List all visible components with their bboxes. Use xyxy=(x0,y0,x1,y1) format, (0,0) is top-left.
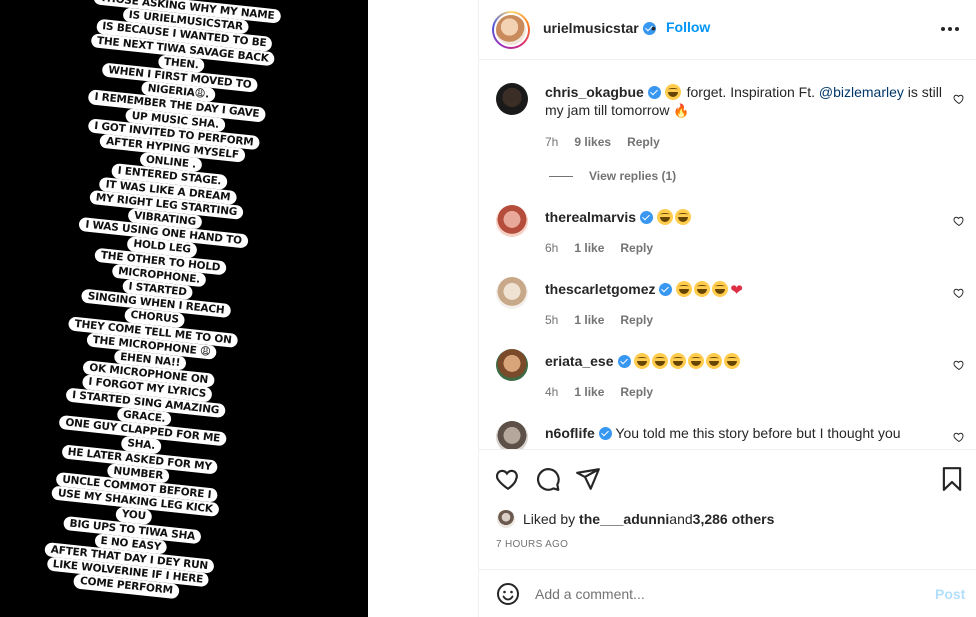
laughing-emoji-icon xyxy=(656,209,673,225)
post-timestamp[interactable]: 7 HOURS AGO xyxy=(496,539,568,550)
add-comment-input[interactable] xyxy=(535,582,915,606)
comment-text: chris_okagbue forget. Inspiration Ft. @b… xyxy=(545,83,945,120)
like-comment-heart-icon[interactable] xyxy=(953,431,965,443)
likes-conjunction: and xyxy=(669,511,693,527)
likes-count[interactable]: 3,286 others xyxy=(693,511,775,527)
mention-link[interactable]: @bizlemarley xyxy=(819,84,904,100)
comment-text: thescarletgomez ❤ xyxy=(545,280,945,300)
comment-meta: 5h 1 like Reply xyxy=(545,313,653,327)
verified-badge-icon xyxy=(647,86,661,99)
more-options-icon[interactable] xyxy=(941,27,959,31)
comment-body: forget. Inspiration Ft. xyxy=(682,84,819,100)
commenter-username[interactable]: thescarletgomez xyxy=(545,281,655,297)
comment-meta: 4h 1 like Reply xyxy=(545,385,653,399)
separator-dot: • xyxy=(651,20,656,36)
like-comment-heart-icon[interactable] xyxy=(953,287,965,299)
view-replies-button[interactable]: View replies (1) xyxy=(549,169,676,183)
reply-button[interactable]: Reply xyxy=(627,135,660,149)
post-actions: Liked by the___adunni and 3,286 others 7… xyxy=(479,449,976,569)
comment-time: 6h xyxy=(545,241,559,255)
commenter-username[interactable]: eriata_ese xyxy=(545,353,614,369)
verified-badge-icon xyxy=(598,427,612,440)
save-bookmark-icon[interactable] xyxy=(939,466,965,492)
emoji-smile-icon[interactable] xyxy=(496,582,520,606)
laughing-emoji-icon xyxy=(670,353,687,369)
laughing-emoji-icon xyxy=(634,353,651,369)
commenter-avatar[interactable] xyxy=(496,205,528,237)
commenter-avatar[interactable] xyxy=(496,83,528,115)
comment-body: You told me this story before but I thou… xyxy=(611,425,901,441)
share-send-icon[interactable] xyxy=(575,466,601,492)
commenter-avatar[interactable] xyxy=(496,349,528,381)
comment-time: 5h xyxy=(545,313,559,327)
divider xyxy=(549,175,573,177)
comment-text: therealmarvis xyxy=(545,208,945,226)
commenter-username[interactable]: therealmarvis xyxy=(545,209,636,225)
comment-meta: 6h 1 like Reply xyxy=(545,241,653,255)
comment-text: eriata_ese xyxy=(545,352,945,370)
red-heart-emoji-icon: ❤ xyxy=(730,282,743,299)
reply-button[interactable]: Reply xyxy=(620,313,653,327)
reply-button[interactable]: Reply xyxy=(620,241,653,255)
commenter-username[interactable]: chris_okagbue xyxy=(545,84,644,100)
comment-time: 4h xyxy=(545,385,559,399)
view-replies-label[interactable]: View replies (1) xyxy=(589,169,676,183)
post-media[interactable]: THOSE ASKING WHY MY NAME IS URIELMUSICSTA… xyxy=(0,0,368,617)
laughing-emoji-icon xyxy=(674,209,691,225)
comment-likes[interactable]: 1 like xyxy=(574,241,604,255)
post-side-panel: urielmusicstar • Follow chris_okagbue fo… xyxy=(478,0,976,617)
comment-text: n6oflife You told me this story before b… xyxy=(545,424,945,442)
like-comment-heart-icon[interactable] xyxy=(953,215,965,227)
laughing-emoji-icon xyxy=(694,281,711,297)
verified-badge-icon xyxy=(617,355,631,368)
laughing-emoji-icon xyxy=(676,281,693,297)
liker-avatar[interactable] xyxy=(497,510,515,528)
comments-list[interactable]: chris_okagbue forget. Inspiration Ft. @b… xyxy=(479,61,976,449)
comment-likes[interactable]: 1 like xyxy=(574,313,604,327)
comment-likes[interactable]: 9 likes xyxy=(574,135,611,149)
commenter-avatar[interactable] xyxy=(496,421,528,449)
like-comment-heart-icon[interactable] xyxy=(953,93,965,105)
post-comment-button[interactable]: Post xyxy=(935,586,965,602)
laughing-emoji-icon xyxy=(688,353,705,369)
likes-prefix: Liked by xyxy=(523,511,576,527)
likes-summary: Liked by the___adunni and 3,286 others xyxy=(497,510,774,528)
add-comment-bar: Post xyxy=(479,569,976,617)
reply-button[interactable]: Reply xyxy=(620,385,653,399)
author-username-wrap[interactable]: urielmusicstar xyxy=(543,20,656,36)
laughing-emoji-icon xyxy=(706,353,723,369)
verified-badge-icon xyxy=(640,211,654,224)
author-username[interactable]: urielmusicstar xyxy=(543,20,639,36)
like-heart-icon[interactable] xyxy=(495,466,521,492)
laughing-emoji-icon xyxy=(712,281,729,297)
comment-likes[interactable]: 1 like xyxy=(574,385,604,399)
like-comment-heart-icon[interactable] xyxy=(953,359,965,371)
post-header: urielmusicstar • Follow xyxy=(479,0,976,60)
comment-meta: 7h 9 likes Reply xyxy=(545,135,660,149)
laughing-emoji-icon xyxy=(652,353,669,369)
commenter-username[interactable]: n6oflife xyxy=(545,425,595,441)
liker-username[interactable]: the___adunni xyxy=(579,511,669,527)
comment-bubble-icon[interactable] xyxy=(535,466,561,492)
follow-button[interactable]: Follow xyxy=(666,19,710,35)
comment-time: 7h xyxy=(545,135,559,149)
laughing-emoji-icon xyxy=(664,84,681,100)
verified-badge-icon xyxy=(659,283,673,296)
laughing-emoji-icon xyxy=(724,353,741,369)
story-text-overlay: THOSE ASKING WHY MY NAME IS URIELMUSICSTA… xyxy=(16,0,297,605)
avatar[interactable] xyxy=(492,11,530,49)
media-gutter xyxy=(368,0,478,617)
commenter-avatar[interactable] xyxy=(496,277,528,309)
fire-emoji-icon: 🔥 xyxy=(673,103,690,118)
